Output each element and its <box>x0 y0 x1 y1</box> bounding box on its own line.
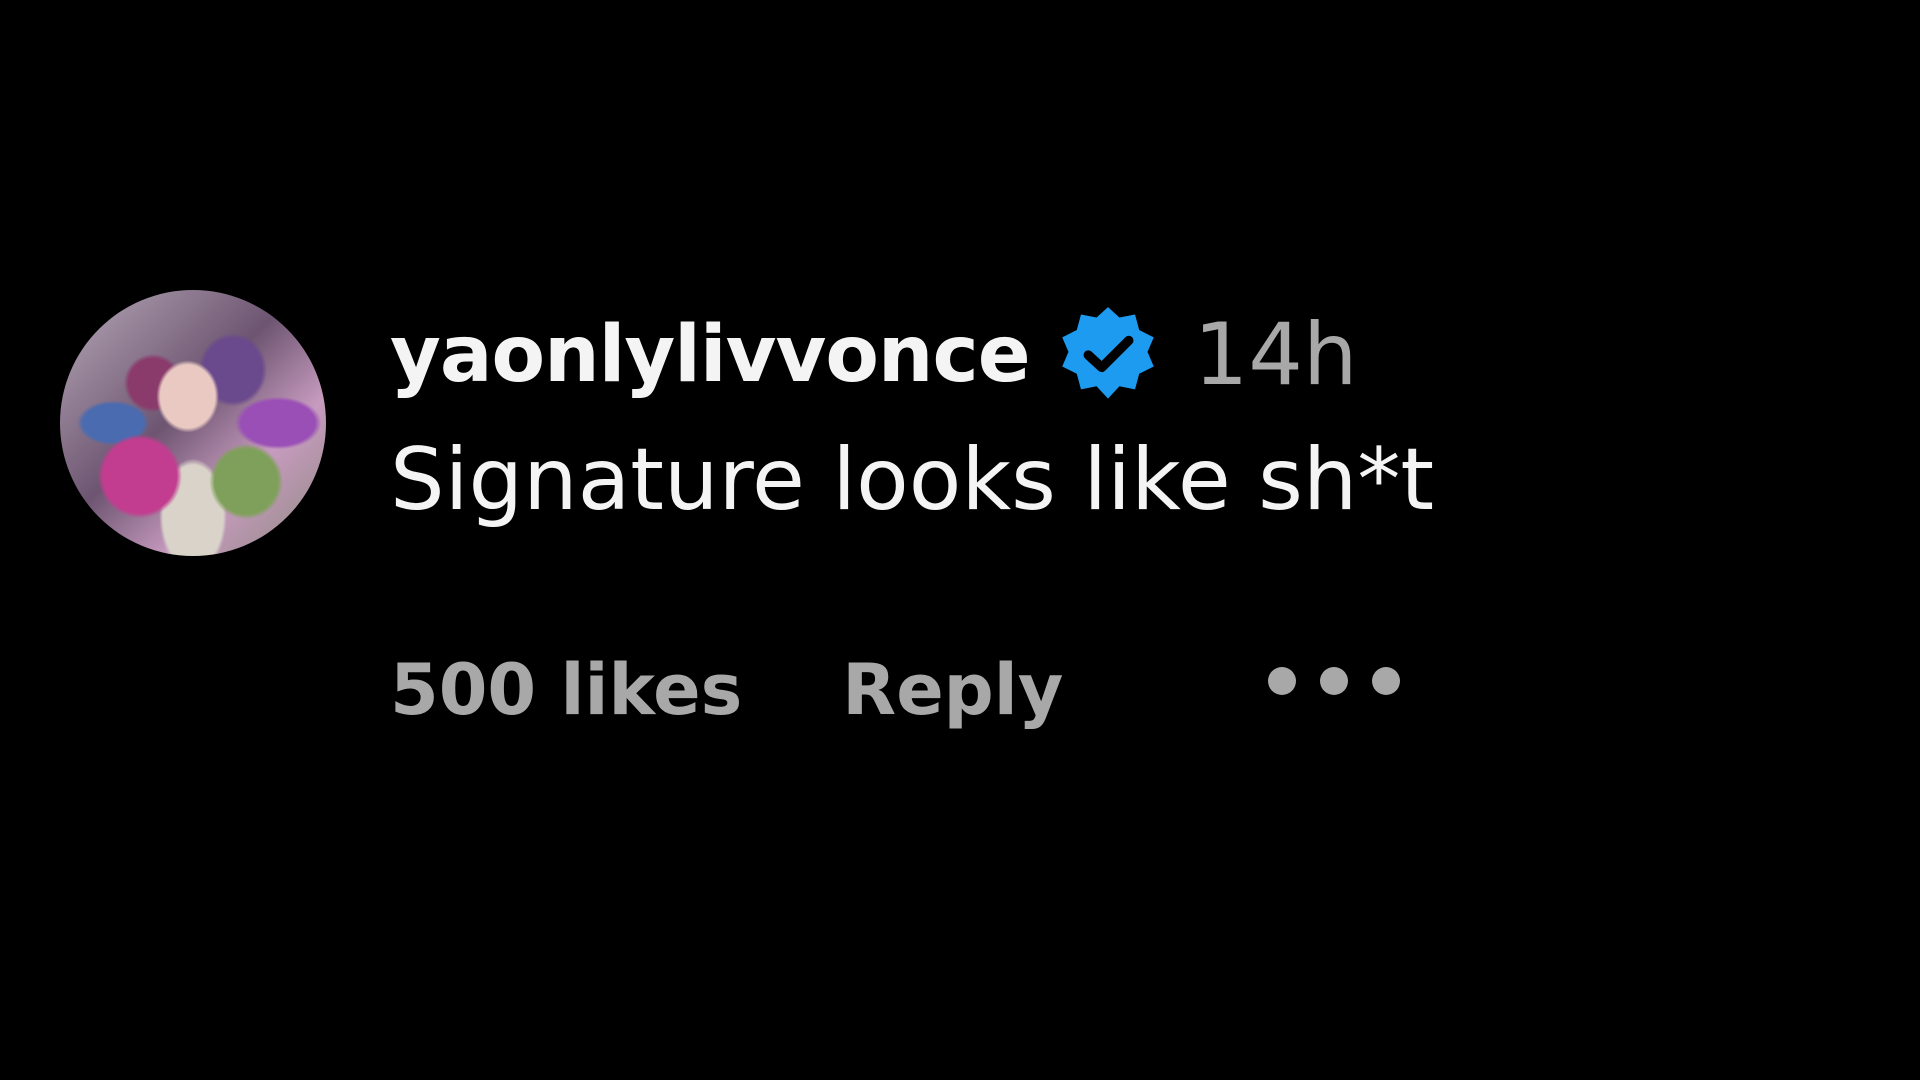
comment: yaonlylivvonce 14h Signature looks like … <box>60 290 1860 810</box>
comment-actions: 500 likes Reply <box>390 635 1434 745</box>
dot <box>1320 667 1349 695</box>
reply-button[interactable]: Reply <box>842 649 1063 731</box>
timestamp: 14h <box>1193 305 1358 405</box>
likes-count[interactable]: 500 likes <box>390 649 742 731</box>
comment-header: yaonlylivvonce 14h <box>390 290 1434 420</box>
avatar[interactable] <box>60 290 326 556</box>
username[interactable]: yaonlylivvonce <box>390 310 1031 400</box>
dot <box>1268 667 1297 695</box>
verified-badge-svg <box>1061 307 1154 399</box>
dot <box>1372 667 1401 695</box>
comment-body: yaonlylivvonce 14h Signature looks like … <box>390 290 1434 745</box>
verified-badge-icon <box>1056 303 1160 407</box>
comment-text: Signature looks like sh*t <box>390 430 1435 530</box>
more-options-icon[interactable] <box>1268 661 1401 701</box>
